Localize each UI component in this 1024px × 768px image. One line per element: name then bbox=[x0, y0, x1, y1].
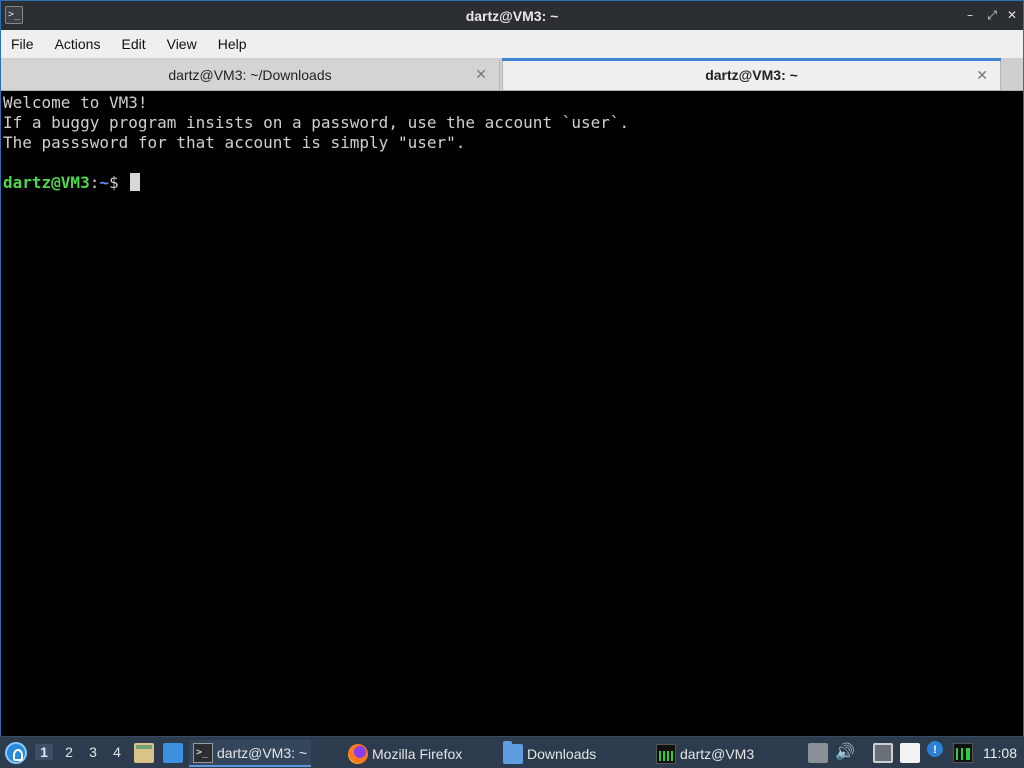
menu-help[interactable]: Help bbox=[218, 36, 247, 52]
minimize-icon[interactable]: – bbox=[962, 7, 978, 23]
show-desktop-icon[interactable] bbox=[163, 743, 183, 763]
task-terminal[interactable]: >_ dartz@VM3: ~ bbox=[189, 740, 311, 767]
clipboard-icon[interactable] bbox=[900, 743, 920, 763]
task-label: Downloads bbox=[527, 745, 597, 762]
menu-bar: File Actions Edit View Help bbox=[1, 30, 1023, 58]
task-label: Mozilla Firefox bbox=[372, 745, 463, 762]
task-label: dartz@VM3: ~ bbox=[217, 744, 308, 761]
text-cursor bbox=[130, 173, 141, 191]
cpu-monitor-icon[interactable] bbox=[953, 743, 973, 763]
window-title: dartz@VM3: ~ bbox=[465, 7, 559, 24]
terminal-line: Welcome to VM3! bbox=[3, 93, 148, 112]
system-monitor-icon bbox=[656, 743, 676, 764]
tab-home[interactable]: dartz@VM3: ~ ✕ bbox=[502, 58, 1001, 90]
tab-close-icon[interactable]: ✕ bbox=[475, 66, 487, 83]
tab-label: dartz@VM3: ~ bbox=[705, 67, 798, 83]
workspace-3[interactable]: 3 bbox=[84, 744, 102, 760]
close-icon[interactable]: ✕ bbox=[1004, 7, 1020, 23]
firefox-icon bbox=[348, 743, 368, 764]
tab-label: dartz@VM3: ~/Downloads bbox=[168, 66, 332, 83]
prompt-path: ~ bbox=[99, 173, 109, 192]
menu-file[interactable]: File bbox=[11, 36, 34, 52]
terminal-output[interactable]: Welcome to VM3! If a buggy program insis… bbox=[1, 92, 1023, 736]
tray-scroll-icon[interactable] bbox=[808, 743, 828, 763]
terminal-window: >_ dartz@VM3: ~ – ⤢ ✕ File Actions Edit … bbox=[0, 0, 1024, 736]
prompt-user: dartz@VM3 bbox=[3, 173, 90, 192]
menu-actions[interactable]: Actions bbox=[55, 36, 101, 52]
start-menu-icon[interactable] bbox=[5, 742, 27, 764]
tab-bar: dartz@VM3: ~/Downloads ✕ dartz@VM3: ~ ✕ bbox=[1, 58, 1023, 91]
workspace-4[interactable]: 4 bbox=[108, 744, 126, 760]
maximize-icon[interactable]: ⤢ bbox=[984, 7, 1000, 23]
task-firefox[interactable]: Mozilla Firefox bbox=[344, 740, 484, 767]
tab-close-icon[interactable]: ✕ bbox=[976, 67, 988, 84]
taskbar: 1 2 3 4 >_ dartz@VM3: ~ Mozilla Firefox … bbox=[0, 736, 1024, 768]
workspace-1[interactable]: 1 bbox=[35, 744, 53, 760]
task-label: dartz@VM3 bbox=[680, 745, 755, 762]
network-icon[interactable] bbox=[873, 743, 893, 763]
clock[interactable]: 11:08 bbox=[983, 745, 1017, 761]
menu-edit[interactable]: Edit bbox=[121, 36, 145, 52]
notification-icon[interactable]: ! bbox=[927, 741, 943, 757]
file-manager-icon[interactable] bbox=[134, 743, 154, 763]
terminal-line: The passsword for that account is simply… bbox=[3, 133, 466, 152]
terminal-icon: >_ bbox=[193, 742, 213, 763]
volume-icon[interactable]: 🔊 bbox=[835, 743, 855, 763]
prompt-separator: : bbox=[89, 173, 100, 192]
menu-view[interactable]: View bbox=[167, 36, 197, 52]
task-system-monitor[interactable]: dartz@VM3 bbox=[652, 740, 777, 767]
workspace-2[interactable]: 2 bbox=[60, 744, 78, 760]
terminal-line: If a buggy program insists on a password… bbox=[3, 113, 630, 132]
folder-icon bbox=[503, 740, 523, 764]
task-downloads[interactable]: Downloads bbox=[499, 740, 619, 767]
terminal-prompt[interactable]: dartz@VM3:~$ bbox=[3, 173, 1021, 193]
prompt-symbol: $ bbox=[108, 173, 129, 192]
title-bar[interactable]: >_ dartz@VM3: ~ – ⤢ ✕ bbox=[1, 1, 1023, 30]
tab-downloads[interactable]: dartz@VM3: ~/Downloads ✕ bbox=[1, 59, 500, 90]
